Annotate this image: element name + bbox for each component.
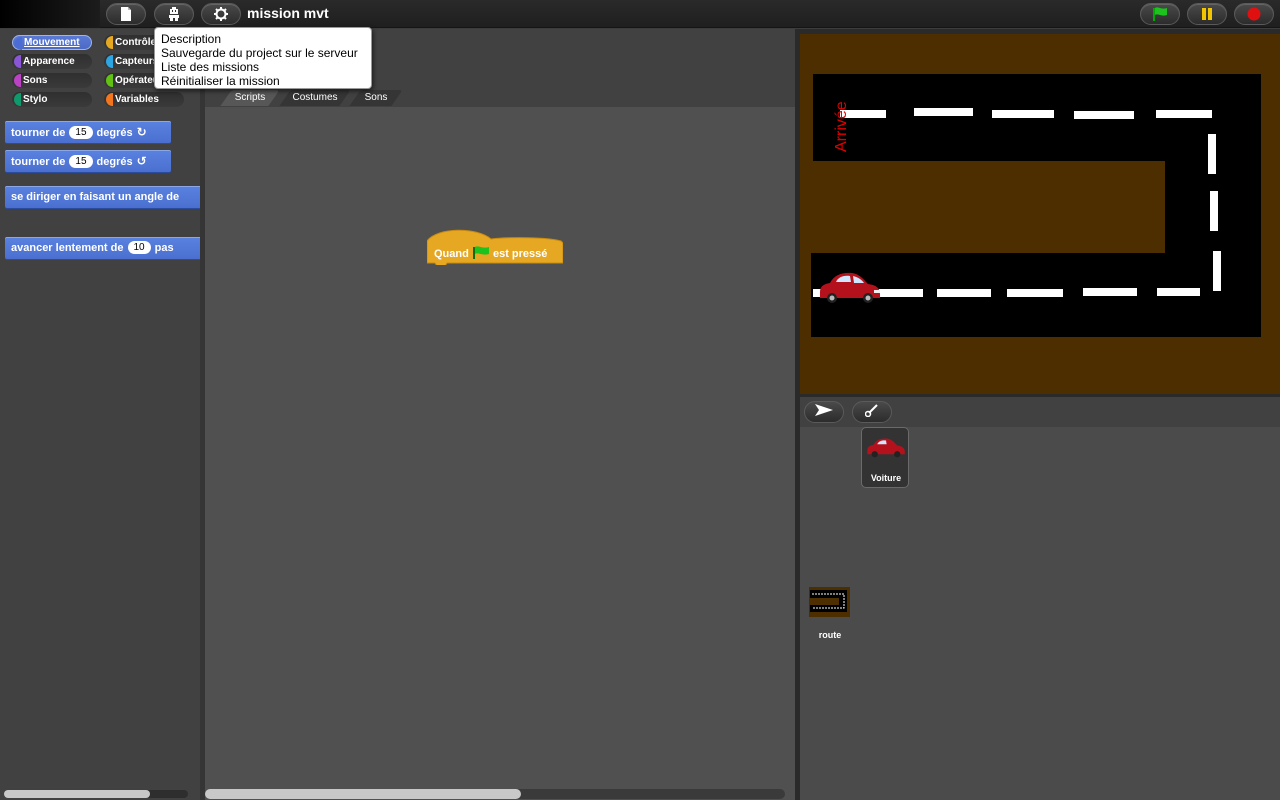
category-sons[interactable]: Sons xyxy=(12,73,92,88)
tab-label: Sons xyxy=(364,92,388,103)
category-stylo[interactable]: Stylo xyxy=(12,92,92,107)
add-turtle-button[interactable] xyxy=(804,401,844,423)
file-icon xyxy=(120,7,132,21)
category-swatch xyxy=(14,93,21,106)
settings-button[interactable] xyxy=(201,3,241,25)
menu-item-reset-mission[interactable]: Réinitialiser la mission xyxy=(161,74,365,88)
tab-label: Scripts xyxy=(234,92,266,103)
paintbrush-icon xyxy=(864,403,879,422)
top-bar: mission mvt xyxy=(0,0,1280,28)
stage-thumbnail[interactable] xyxy=(809,587,850,617)
corral-toolbar xyxy=(800,397,1280,427)
category-swatch xyxy=(14,74,21,87)
category-mouvement[interactable]: Mouvement xyxy=(12,35,92,50)
block-text: avancer lentement de xyxy=(11,242,124,254)
block-point-direction[interactable]: se diriger en faisant un angle de xyxy=(5,186,200,208)
category-label: Apparence xyxy=(23,56,75,67)
block-text: est pressé xyxy=(492,248,548,260)
file-button[interactable] xyxy=(106,3,146,25)
pause-icon xyxy=(1201,7,1213,21)
block-number-input[interactable]: 10 xyxy=(127,241,151,254)
tab-label: Costumes xyxy=(292,92,338,103)
paint-sprite-button[interactable] xyxy=(852,401,892,423)
scripts-area[interactable] xyxy=(205,107,795,800)
stage-thumbnail-label: route xyxy=(818,630,842,640)
category-label: Stylo xyxy=(23,94,48,105)
block-turn-left[interactable]: tourner de 15 degrés ↺ xyxy=(5,150,171,172)
finish-label: Arrivée xyxy=(833,101,850,152)
sprite-name: Voiture xyxy=(870,473,902,483)
block-text: tourner de xyxy=(11,156,66,168)
green-flag-icon xyxy=(472,246,490,262)
turtle-arrow-icon xyxy=(815,403,833,421)
scripts-scrollbar[interactable] xyxy=(205,789,785,799)
stop-icon xyxy=(1247,7,1261,21)
category-label: Variables xyxy=(115,94,159,105)
rotate-counterclockwise-icon: ↺ xyxy=(136,154,147,168)
green-flag-button[interactable] xyxy=(1140,3,1180,25)
hat-block-label: Quand est pressé xyxy=(434,246,547,262)
category-swatch xyxy=(15,37,22,50)
category-swatch xyxy=(106,36,113,49)
when-flag-clicked-block[interactable]: Quand est pressé xyxy=(427,229,563,265)
category-swatch xyxy=(106,55,113,68)
scripts-scroll-thumb[interactable] xyxy=(205,789,521,799)
green-flag-icon xyxy=(1152,7,1168,21)
pause-button[interactable] xyxy=(1187,3,1227,25)
logo[interactable] xyxy=(0,0,100,28)
category-label: Sons xyxy=(23,75,48,86)
block-text: tourner de xyxy=(11,127,66,139)
category-swatch xyxy=(106,74,113,87)
category-swatch xyxy=(106,93,113,106)
block-turn-right[interactable]: tourner de 15 degrés ↻ xyxy=(5,121,171,143)
category-variables[interactable]: Variables xyxy=(104,92,184,107)
menu-item-mission-list[interactable]: Liste des missions xyxy=(161,60,365,74)
stop-button[interactable] xyxy=(1234,3,1274,25)
gear-icon xyxy=(214,7,228,21)
category-label: Capteurs xyxy=(115,56,159,67)
cloud-button[interactable] xyxy=(154,3,194,25)
snap-editor: mission mvt Mouvement Contrôle Apparence… xyxy=(0,0,1280,800)
palette: Mouvement Contrôle Apparence Capteurs So… xyxy=(0,29,200,800)
category-label: Contrôle xyxy=(115,37,157,48)
block-text: Quand xyxy=(434,248,469,260)
tab-scripts[interactable]: Scripts xyxy=(220,90,280,106)
car-icon xyxy=(866,436,906,465)
block-text: se diriger en faisant un angle de xyxy=(11,191,180,203)
menu-item-save-server[interactable]: Sauvegarde du project sur le serveur xyxy=(161,46,365,60)
palette-scroll-thumb[interactable] xyxy=(4,790,150,798)
rotate-clockwise-icon: ↻ xyxy=(136,125,147,139)
stage[interactable]: Arrivée xyxy=(800,34,1280,394)
block-number-input[interactable]: 15 xyxy=(69,155,93,168)
category-apparence[interactable]: Apparence xyxy=(12,54,92,69)
tab-costumes[interactable]: Costumes xyxy=(279,90,351,106)
project-menu: Description Sauvegarde du project sur le… xyxy=(154,27,372,89)
category-swatch xyxy=(14,55,21,68)
block-text: degrés xyxy=(96,127,133,139)
block-text: degrés xyxy=(96,156,133,168)
category-label: Mouvement xyxy=(24,37,80,48)
stage-canvas: Arrivée xyxy=(800,34,1280,394)
block-number-input[interactable]: 15 xyxy=(69,126,93,139)
block-move-slowly[interactable]: avancer lentement de 10 pas xyxy=(5,237,200,259)
block-text: pas xyxy=(154,242,174,254)
menu-item-description[interactable]: Description xyxy=(161,32,365,46)
robot-icon xyxy=(167,7,181,21)
sprite-icon-voiture[interactable]: Voiture xyxy=(861,427,909,488)
tab-sons[interactable]: Sons xyxy=(349,90,403,106)
palette-scrollbar[interactable] xyxy=(4,790,188,798)
project-title: mission mvt xyxy=(247,5,329,21)
